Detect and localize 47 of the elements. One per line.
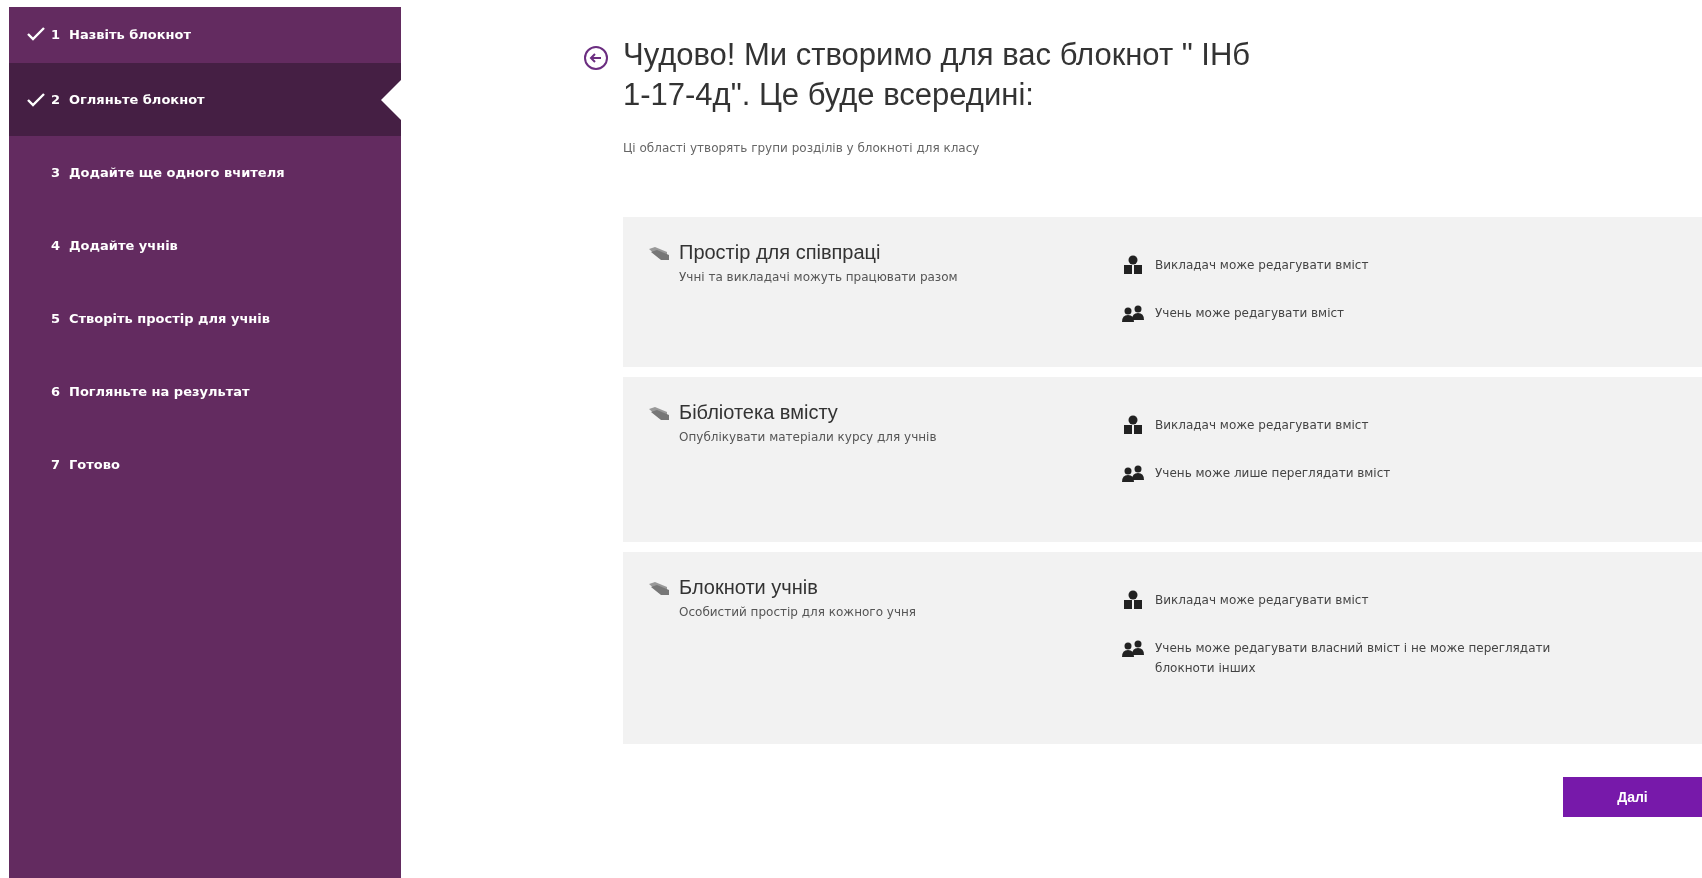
section-description: Опублікувати матеріали курсу для учнів xyxy=(679,430,937,444)
step-number: 3 xyxy=(51,165,62,180)
step-label: Додайте ще одного вчителя xyxy=(69,165,285,180)
step-label: Погляньте на результат xyxy=(69,384,250,399)
section-title: Бібліотека вмісту xyxy=(679,401,839,424)
step-label: Створіть простір для учнів xyxy=(69,311,270,326)
section-description: Учні та викладачі можуть працювати разом xyxy=(679,270,958,284)
step-item[interactable]: 2 Огляньте блокнот xyxy=(9,63,401,136)
step-item[interactable]: 7 Готово xyxy=(9,428,401,501)
step-label: Огляньте блокнот xyxy=(69,92,205,107)
page-title: Чудово! Ми створимо для вас блокнот " ІНб 1-17-4д". Це буде всередині: xyxy=(623,36,1252,114)
subtitle: Ці області утворять групи розділів у блокноті для класу xyxy=(623,141,981,155)
permission-text: Учень може лише переглядати вміст xyxy=(1155,465,1391,482)
step-item[interactable]: 4 Додайте учнів xyxy=(9,209,401,282)
step-number: 4 xyxy=(51,238,62,253)
step-item[interactable]: 1 Назвіть блокнот xyxy=(9,7,401,63)
permission-text: Викладач може редагувати вміст xyxy=(1155,257,1369,274)
next-button[interactable]: Далі xyxy=(1563,777,1702,817)
step-number: 1 xyxy=(51,27,62,42)
section-tabs-icon xyxy=(647,406,669,420)
permission-text: Учень може редагувати власний вміст і не може переглядати блокноти інших xyxy=(1155,640,1552,677)
step-number: 7 xyxy=(51,457,62,472)
person-icon xyxy=(1121,255,1145,275)
step-label: Готово xyxy=(69,457,120,472)
permission-text: Викладач може редагувати вміст xyxy=(1155,417,1369,434)
permission-text: Учень може редагувати вміст xyxy=(1155,305,1345,322)
step-label: Назвіть блокнот xyxy=(69,27,191,42)
step-item[interactable]: 5 Створіть простір для учнів xyxy=(9,282,401,355)
step-number: 5 xyxy=(51,311,62,326)
step-item[interactable]: 3 Додайте ще одного вчителя xyxy=(9,136,401,209)
step-number: 6 xyxy=(51,384,62,399)
people-icon xyxy=(1121,638,1145,658)
person-icon xyxy=(1121,415,1145,435)
person-icon xyxy=(1121,590,1145,610)
section-tabs-icon xyxy=(647,246,669,260)
step-number: 2 xyxy=(51,92,62,107)
section-title: Блокноти учнів xyxy=(679,576,819,599)
permission-text: Викладач може редагувати вміст xyxy=(1155,592,1369,609)
section-tabs-icon xyxy=(647,581,669,595)
people-icon xyxy=(1121,463,1145,483)
step-item[interactable]: 6 Погляньте на результат xyxy=(9,355,401,428)
pointer-notch xyxy=(381,79,401,120)
step-label: Додайте учнів xyxy=(69,238,178,253)
back-button[interactable] xyxy=(583,45,609,71)
section-description: Особистий простір для кожного учня xyxy=(679,605,917,619)
section-title: Простір для співпраці xyxy=(679,241,882,264)
people-icon xyxy=(1121,303,1145,323)
